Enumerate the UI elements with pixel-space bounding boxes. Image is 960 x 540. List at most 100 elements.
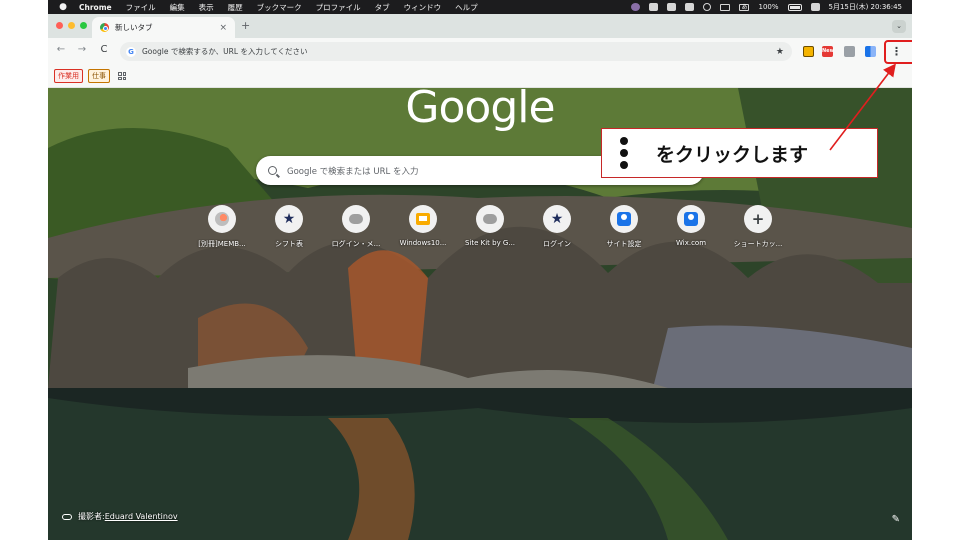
window-controls <box>56 22 87 29</box>
tv-extension-icon[interactable] <box>803 46 814 57</box>
three-dots-icon <box>620 137 628 169</box>
chrome-icon <box>100 23 109 32</box>
shortcut-label: サイト設定 <box>606 240 642 248</box>
control-center-icon[interactable] <box>810 3 820 11</box>
photo-credit-prefix: 撮影者: <box>78 512 105 521</box>
shortcut-tile[interactable]: ログイン・メ... <box>323 205 389 249</box>
shortcut-favicon: ★ <box>543 205 571 233</box>
menubar-item-edit[interactable]: 編集 <box>170 2 185 13</box>
document-icon[interactable] <box>667 3 677 11</box>
bookmarks-bar: 作業用 仕事 <box>48 65 912 88</box>
menubar-item-tab[interactable]: タブ <box>375 2 390 13</box>
menubar-item-profile[interactable]: プロファイル <box>316 2 361 13</box>
ime-label: あ <box>741 3 748 11</box>
shortcut-favicon <box>610 205 638 233</box>
shortcut-label: [別冊]MEMB... <box>198 240 246 248</box>
gray-extension-icon[interactable] <box>844 46 855 57</box>
shortcut-tile[interactable]: Windows10... <box>390 205 456 247</box>
app-status-icon[interactable] <box>685 3 695 11</box>
tab-close-icon[interactable]: × <box>219 23 227 33</box>
cloud-icon <box>349 214 363 224</box>
link-icon <box>62 513 72 520</box>
apps-grid-icon[interactable] <box>118 72 126 80</box>
shortcut-tile[interactable]: [別冊]MEMB... <box>189 205 255 249</box>
bookmark-star-icon[interactable]: ★ <box>776 47 784 57</box>
omnibox[interactable]: G Google で検索するか、URL を入力してください ★ <box>120 42 792 61</box>
tab-search-button[interactable]: ⌄ <box>892 20 906 33</box>
new-tab-button[interactable]: + <box>241 19 250 32</box>
back-button[interactable]: ← <box>54 44 68 55</box>
search-icon <box>268 166 277 175</box>
cloud-icon <box>483 214 497 224</box>
macos-menubar: ● Chrome ファイル 編集 表示 履歴 ブックマーク プロファイル タブ … <box>48 0 912 14</box>
shortcut-tile[interactable]: Site Kit by G... <box>457 205 523 247</box>
shortcut-tile[interactable]: ★ シフト表 <box>256 205 322 249</box>
tab-strip: 新しいタブ × + ⌄ <box>48 14 912 38</box>
google-logo: Google <box>405 88 555 133</box>
star-icon: ★ <box>282 211 296 227</box>
shortcut-label: Windows10... <box>399 239 447 247</box>
photo-credit-name: Eduard Valentinov <box>104 512 178 521</box>
plus-icon: + <box>751 210 765 228</box>
google-g-icon: G <box>126 46 136 57</box>
clipboard-icon[interactable] <box>649 3 659 11</box>
recording-icon[interactable] <box>631 3 641 11</box>
menubar-status-area: あ 100% 5月15日(木) 20:36:45 <box>631 2 912 12</box>
close-window-icon[interactable] <box>56 22 63 29</box>
new-extension-icon[interactable]: New <box>822 46 834 57</box>
shortcut-label: Site Kit by G... <box>464 239 516 247</box>
battery-percent: 100% <box>758 3 779 11</box>
screen-icon[interactable] <box>720 3 731 11</box>
ntp-search-placeholder: Google で検索または URL を入力 <box>287 166 419 177</box>
shortcut-favicon <box>677 205 705 233</box>
apple-icon[interactable]: ● <box>57 2 69 12</box>
bookmark-job[interactable]: 仕事 <box>88 69 110 83</box>
menubar-item-window[interactable]: ウィンドウ <box>404 2 442 13</box>
slides-icon <box>416 213 430 225</box>
instruction-text: をクリックします <box>656 143 809 166</box>
menu-button-highlight <box>884 40 912 64</box>
menubar-item-view[interactable]: 表示 <box>199 2 214 13</box>
shortcut-favicon <box>476 205 504 233</box>
screenshot-frame: ● Chrome ファイル 編集 表示 履歴 ブックマーク プロファイル タブ … <box>48 0 912 540</box>
tool-icon <box>215 212 229 226</box>
browser-toolbar: ← → C G Google で検索するか、URL を入力してください ★ Ne… <box>48 38 912 65</box>
zoom-window-icon[interactable] <box>80 22 87 29</box>
battery-icon[interactable] <box>787 3 802 11</box>
shortcut-label: ショートカッ... <box>733 240 783 248</box>
shortcut-tile[interactable]: + ショートカッ... <box>725 205 791 249</box>
menubar-app-name[interactable]: Chrome <box>79 3 112 12</box>
minimize-window-icon[interactable] <box>68 22 75 29</box>
shortcut-tile[interactable]: Wix.com <box>658 205 724 247</box>
shortcut-label: ログイン <box>543 240 571 248</box>
photo-credit-link[interactable]: 撮影者: Eduard Valentinov <box>62 511 178 522</box>
shortcut-favicon: + <box>744 205 772 233</box>
media-icon[interactable] <box>703 3 712 11</box>
shortcut-tiles: [別冊]MEMB... ★ シフト表 ログイン・メ... Windows10..… <box>189 205 789 260</box>
user-icon <box>684 212 698 226</box>
menubar-item-file[interactable]: ファイル <box>126 2 156 13</box>
customize-pencil-icon[interactable]: ✎ <box>892 514 900 525</box>
menubar-item-bookmarks[interactable]: ブックマーク <box>257 2 302 13</box>
shortcut-tile[interactable]: サイト設定 <box>591 205 657 249</box>
shortcut-favicon: ★ <box>275 205 303 233</box>
omnibox-placeholder: Google で検索するか、URL を入力してください <box>142 47 308 56</box>
shortcut-tile[interactable]: ★ ログイン <box>524 205 590 249</box>
forward-button[interactable]: → <box>75 44 89 55</box>
input-method-icon[interactable]: あ <box>739 3 750 11</box>
star-icon: ★ <box>550 211 564 227</box>
tab-new-tab[interactable]: 新しいタブ × <box>92 17 235 38</box>
shortcut-label: シフト表 <box>275 240 303 248</box>
menubar-item-help[interactable]: ヘルプ <box>455 2 478 13</box>
shortcut-favicon <box>342 205 370 233</box>
split-extension-icon[interactable] <box>865 46 876 57</box>
user-icon <box>617 212 631 226</box>
reload-button[interactable]: C <box>97 44 111 55</box>
shortcut-favicon <box>409 205 437 233</box>
instruction-callout: をクリックします <box>601 128 878 178</box>
menubar-clock[interactable]: 5月15日(木) 20:36:45 <box>829 2 903 12</box>
shortcut-favicon <box>208 205 236 233</box>
shortcut-label: Wix.com <box>675 239 707 247</box>
bookmark-work[interactable]: 作業用 <box>54 69 83 83</box>
menubar-item-history[interactable]: 履歴 <box>228 2 243 13</box>
